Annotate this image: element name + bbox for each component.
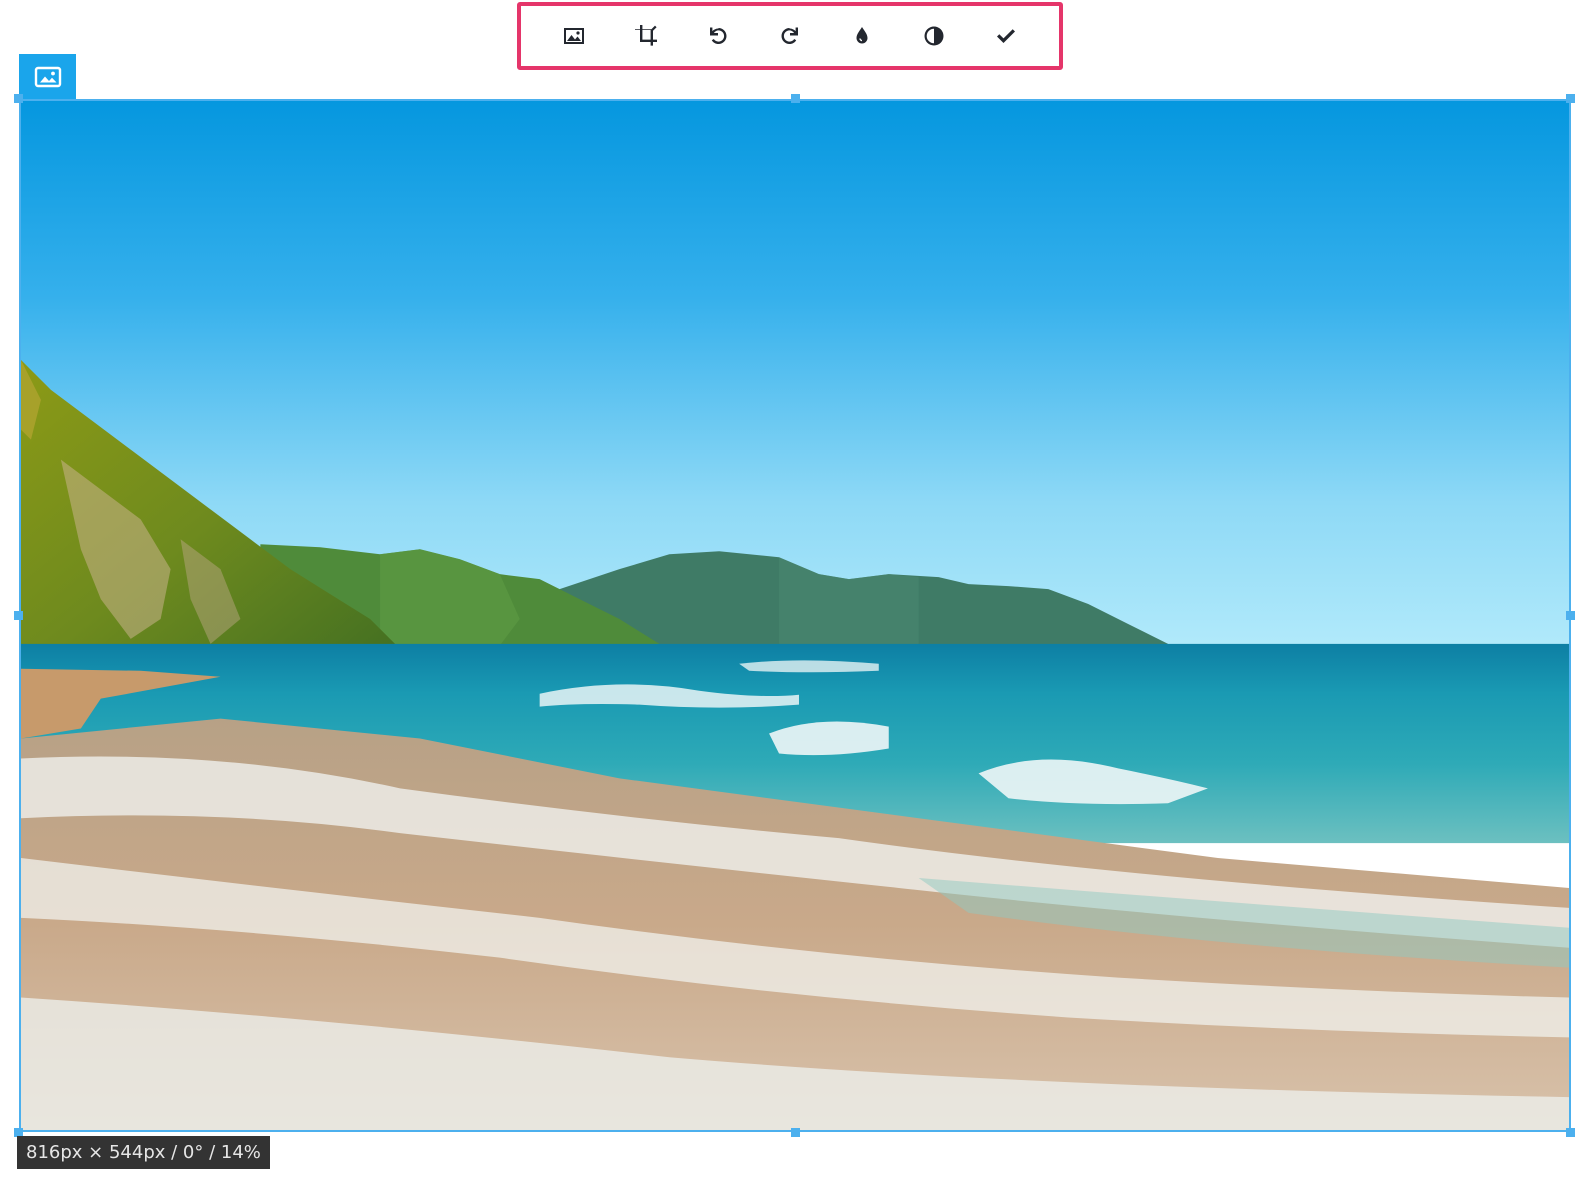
rotate-left-button[interactable] [682,6,754,66]
image-toolbar [517,2,1063,70]
resize-handle-middle-left[interactable] [14,611,23,620]
image-type-badge [19,54,76,99]
replace-image-button[interactable] [538,6,610,66]
rotate-right-button[interactable] [754,6,826,66]
image-frame[interactable] [19,99,1571,1132]
image-editor: 816px × 544px / 0° / 14% [0,0,1590,1196]
image-icon [564,28,584,44]
rotate-left-icon [710,27,727,44]
apply-button[interactable] [970,6,1042,66]
check-icon [997,29,1015,43]
crop-icon [635,25,657,46]
resize-handle-middle-right[interactable] [1566,611,1575,620]
image-icon [34,66,61,87]
crop-button[interactable] [610,6,682,66]
blur-button[interactable] [826,6,898,66]
resize-handle-bottom-right[interactable] [1566,1128,1575,1137]
rotate-right-icon [781,27,798,44]
resize-handle-top-center[interactable] [791,94,800,103]
image-size-info: 816px × 544px / 0° / 14% [17,1136,270,1169]
contrast-button[interactable] [898,6,970,66]
beach-photo [21,101,1569,1130]
resize-handle-bottom-center[interactable] [791,1128,800,1137]
drop-icon [856,27,868,44]
resize-handle-top-left[interactable] [14,94,23,103]
resize-handle-top-right[interactable] [1566,94,1575,103]
contrast-icon [924,26,944,46]
